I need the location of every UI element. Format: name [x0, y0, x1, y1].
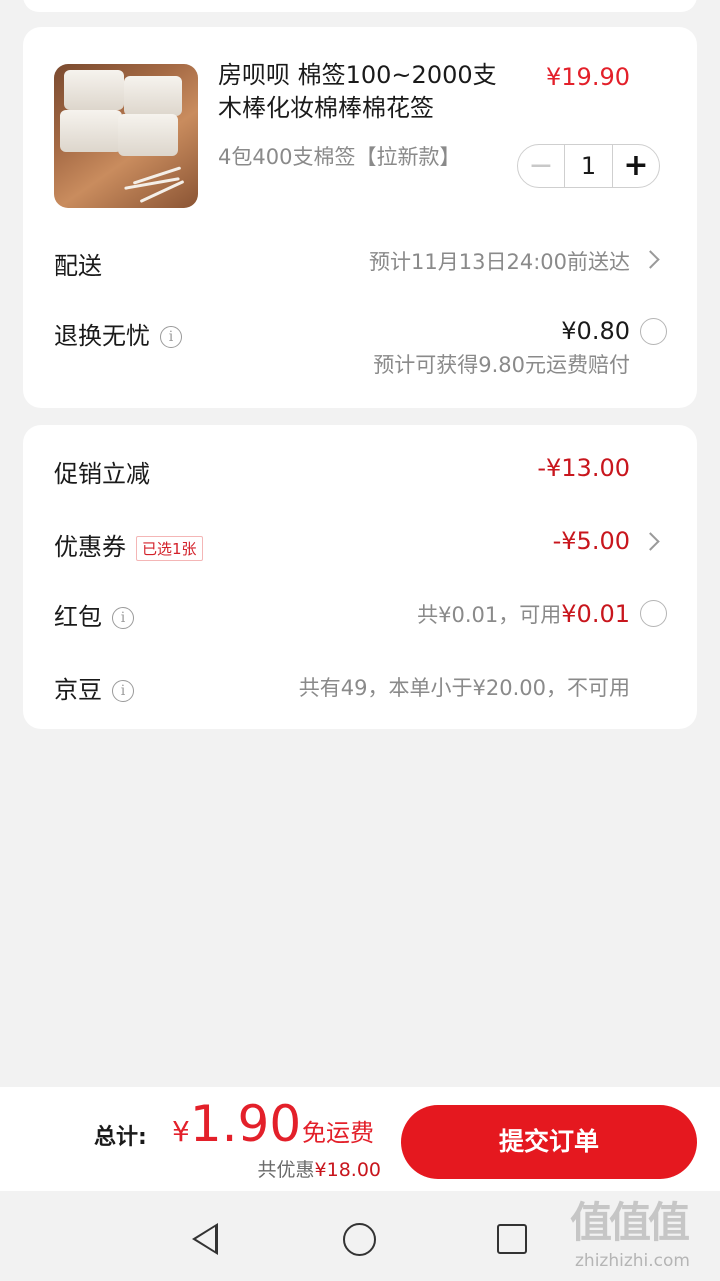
increase-button[interactable]: + — [613, 146, 659, 186]
coupon-value[interactable]: -¥5.00 — [553, 527, 630, 555]
info-icon[interactable]: i — [112, 680, 134, 702]
product-card: 房呗呗 棉签100~2000支木棒化妆棉棒棉花签 ¥19.90 4包400支棉签… — [23, 27, 697, 408]
watermark-glyphs: 值值值 — [570, 1198, 690, 1247]
coupon-label: 优惠券 已选1张 — [54, 527, 203, 562]
coupon-tag: 已选1张 — [136, 535, 203, 561]
info-icon[interactable]: i — [112, 607, 134, 629]
product-image-pack — [124, 76, 182, 116]
red-packet-label: 红包 i — [54, 597, 134, 632]
product-image[interactable] — [54, 64, 198, 208]
delivery-label: 配送 — [54, 252, 102, 280]
nav-recent-icon[interactable] — [497, 1224, 527, 1254]
product-image-pack — [60, 110, 122, 152]
decrease-button[interactable]: − — [518, 146, 564, 186]
total-currency: ¥ — [172, 1115, 190, 1148]
nav-home-icon[interactable] — [343, 1223, 376, 1256]
previous-card — [23, 0, 697, 12]
chevron-right-icon[interactable] — [641, 250, 660, 269]
total-label: 总计: — [94, 1125, 147, 1150]
red-packet-total: 共¥0.01，可用 — [417, 603, 562, 627]
promo-label: 促销立减 — [54, 460, 150, 488]
product-image-pack — [118, 114, 178, 156]
return-service-text: 退换无忧 — [54, 322, 150, 350]
nav-back-icon[interactable] — [192, 1223, 218, 1255]
saved-amount: ¥18.00 — [314, 1159, 381, 1181]
return-service-radio-icon[interactable] — [640, 318, 667, 345]
watermark-domain: zhizhizhi.com — [575, 1251, 690, 1271]
jingdou-note: 共有49，本单小于¥20.00，不可用 — [298, 676, 630, 700]
red-packet-radio-icon[interactable] — [640, 600, 667, 627]
return-service-label: 退换无忧 i — [54, 316, 182, 351]
free-shipping-label: 免运费 — [302, 1119, 374, 1147]
saved-summary: 共优惠¥18.00 — [258, 1155, 382, 1182]
red-packet-available: ¥0.01 — [561, 600, 630, 628]
jingdou-text: 京豆 — [54, 676, 102, 704]
delivery-value[interactable]: 预计11月13日24:00前送达 — [369, 246, 630, 276]
product-title[interactable]: 房呗呗 棉签100~2000支木棒化妆棉棒棉花签 — [218, 59, 503, 125]
return-service-note: 预计可获得9.80元运费赔付 — [373, 353, 630, 377]
discount-card: 促销立减 -¥13.00 优惠券 已选1张 -¥5.00 红包 i 共¥0.01，可… — [23, 425, 697, 729]
total-value: 1.90 — [189, 1095, 302, 1153]
product-spec[interactable]: 4包400支棉签【拉新款】 — [218, 141, 460, 171]
info-icon[interactable]: i — [160, 326, 182, 348]
promo-value: -¥13.00 — [537, 454, 630, 482]
coupon-text: 优惠券 — [54, 533, 126, 561]
submit-order-button[interactable]: 提交订单 — [401, 1105, 697, 1179]
product-image-pack — [64, 70, 124, 110]
jingdou-label: 京豆 i — [54, 670, 134, 705]
red-packet-text: 红包 — [54, 603, 102, 631]
red-packet-value: 共¥0.01，可用¥0.01 — [417, 599, 630, 629]
saved-label: 共优惠 — [257, 1159, 315, 1181]
checkout-bar: 总计: ¥1.90 免运费 共优惠¥18.00 提交订单 — [0, 1087, 720, 1191]
chevron-right-icon[interactable] — [641, 532, 660, 551]
return-service-price: ¥0.80 — [561, 317, 630, 345]
quantity-stepper: − 1 + — [517, 144, 660, 188]
quantity-field[interactable]: 1 — [564, 145, 613, 187]
product-price: ¥19.90 — [546, 63, 630, 91]
watermark: 值值值 zhizhizhi.com — [570, 1196, 720, 1281]
total-amount: ¥1.90 — [172, 1095, 301, 1153]
